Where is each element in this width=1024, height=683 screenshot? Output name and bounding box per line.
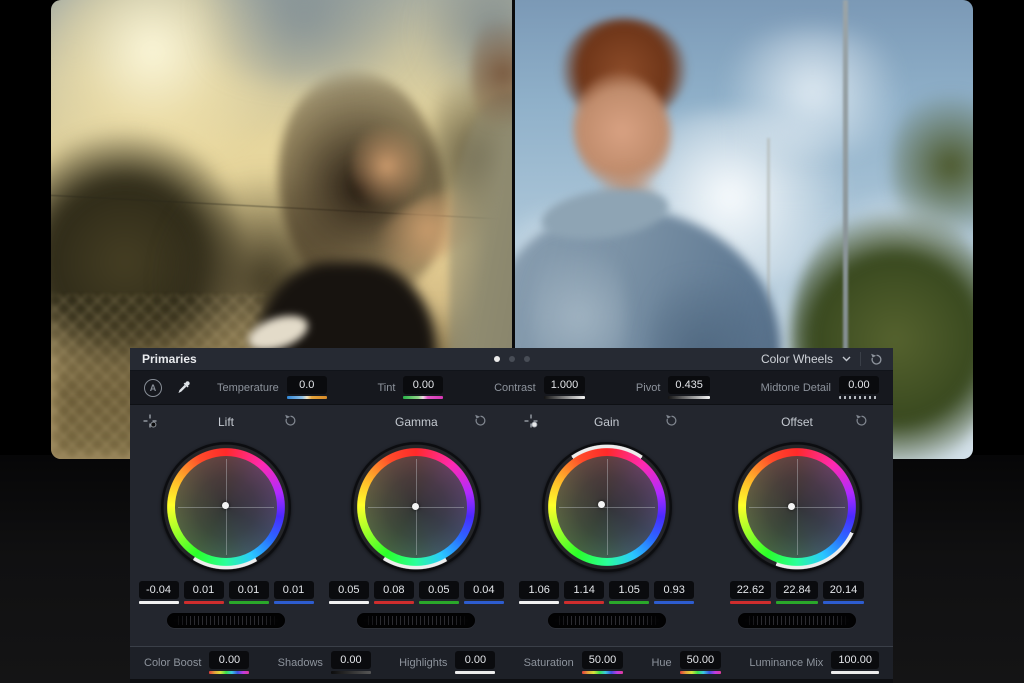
saturation-label: Saturation [524,657,574,669]
midtone-detail-field: Midtone Detail 0.00 [761,376,879,399]
secondary-adjustments-bar: Color Boost 0.00 Shadows 0.00 Highlights… [130,646,893,683]
gamma-master-wheel[interactable] [357,613,475,628]
page-dot-2[interactable] [509,356,515,362]
tint-value[interactable]: 0.00 [403,376,443,394]
midtone-detail-label: Midtone Detail [761,382,831,394]
white-point-picker-icon[interactable] [524,414,538,428]
color-boost-value[interactable]: 0.00 [209,651,249,669]
lift-title: Lift [218,415,234,429]
lift-master-value[interactable]: -0.04 [139,581,179,599]
panel-title: Primaries [130,352,197,366]
hue-label: Hue [651,657,671,669]
gamma-master-value[interactable]: 0.05 [329,581,369,599]
mode-dropdown-label[interactable]: Color Wheels [761,352,833,366]
header-divider [860,352,861,366]
reset-all-icon[interactable] [870,353,883,366]
auto-balance-icon[interactable]: A [144,379,162,397]
gamma-green-value[interactable]: 0.05 [419,581,459,599]
pivot-field: Pivot 0.435 [636,376,710,399]
lift-green-value[interactable]: 0.01 [229,581,269,599]
lift-red-value[interactable]: 0.01 [184,581,224,599]
gamma-reset-icon[interactable] [474,414,487,427]
gamma-wheel-section: Gamma 0.05 0.08 0.05 0. [321,411,511,628]
color-wheels-row: Lift -0.04 0.01 0.01 0. [130,405,893,628]
hue-field: Hue 50.00 [651,651,721,674]
lift-blue-value[interactable]: 0.01 [274,581,314,599]
color-wheels-panel: Primaries Color Wheels A [130,348,893,683]
gamma-red-value[interactable]: 0.08 [374,581,414,599]
gain-title: Gain [594,415,619,429]
contrast-value[interactable]: 1.000 [544,376,586,394]
tint-label: Tint [377,382,395,394]
shadows-field: Shadows 0.00 [278,651,371,674]
hue-value[interactable]: 50.00 [680,651,722,669]
gamma-color-wheel[interactable] [351,442,481,572]
color-boost-field: Color Boost 0.00 [144,651,249,674]
midtone-detail-value[interactable]: 0.00 [839,376,879,394]
gain-red-value[interactable]: 1.14 [564,581,604,599]
gain-master-wheel[interactable] [548,613,666,628]
gain-master-value[interactable]: 1.06 [519,581,559,599]
panel-header: Primaries Color Wheels [130,348,893,371]
gamma-title: Gamma [395,415,438,429]
lift-master-wheel[interactable] [167,613,285,628]
lift-balance-dot[interactable] [222,502,229,509]
color-boost-label: Color Boost [144,657,201,669]
pivot-label: Pivot [636,382,660,394]
temperature-underline [287,396,327,399]
offset-color-wheel[interactable] [732,442,862,572]
contrast-field: Contrast 1.000 [494,376,585,399]
temperature-label: Temperature [217,382,279,394]
temperature-field: Temperature 0.0 [217,376,327,399]
lift-color-wheel[interactable] [161,442,291,572]
offset-balance-dot[interactable] [788,503,795,510]
woman-face [351,122,423,210]
luminance-mix-label: Luminance Mix [749,657,823,669]
black-point-picker-icon[interactable] [143,414,157,428]
contrast-underline [544,396,586,399]
chevron-down-icon[interactable] [842,356,851,362]
pivot-underline [668,396,710,399]
gain-green-value[interactable]: 1.05 [609,581,649,599]
offset-title: Offset [781,415,813,429]
saturation-field: Saturation 50.00 [524,651,624,674]
gain-reset-icon[interactable] [665,414,678,427]
application-window: Primaries Color Wheels A [0,0,1024,683]
gain-blue-value[interactable]: 0.93 [654,581,694,599]
pivot-value[interactable]: 0.435 [668,376,710,394]
saturation-value[interactable]: 50.00 [582,651,624,669]
offset-blue-value[interactable]: 20.14 [823,581,865,599]
page-dot-3[interactable] [524,356,530,362]
highlights-field: Highlights 0.00 [399,651,495,674]
gain-balance-dot[interactable] [598,501,605,508]
gain-color-wheel[interactable] [542,442,672,572]
luminance-mix-value[interactable]: 100.00 [831,651,879,669]
offset-wheel-section: Offset 22.62 22.84 20.14 [702,411,892,628]
adjustments-toolbar: A Temperature 0.0 Tint 0.00 Contrast 1.0… [130,371,893,405]
offset-master-wheel[interactable] [738,613,856,628]
lift-reset-icon[interactable] [284,414,297,427]
page-dots[interactable] [494,356,530,362]
offset-reset-icon[interactable] [855,414,868,427]
gamma-blue-value[interactable]: 0.04 [464,581,504,599]
highlights-label: Highlights [399,657,447,669]
midtone-detail-underline [839,396,879,399]
lift-wheel-section: Lift -0.04 0.01 0.01 0. [131,411,321,628]
temperature-value[interactable]: 0.0 [287,376,327,394]
shadows-label: Shadows [278,657,323,669]
offset-green-value[interactable]: 22.84 [776,581,818,599]
contrast-label: Contrast [494,382,536,394]
tint-field: Tint 0.00 [377,376,443,399]
luminance-mix-field: Luminance Mix 100.00 [749,651,879,674]
offset-red-value[interactable]: 22.62 [730,581,772,599]
highlights-value[interactable]: 0.00 [455,651,495,669]
gain-wheel-section: Gain 1.06 1.14 1.05 0.9 [512,411,702,628]
eyedropper-icon[interactable] [176,380,191,395]
page-dot-1[interactable] [494,356,500,362]
shadows-value[interactable]: 0.00 [331,651,371,669]
tint-underline [403,396,443,399]
